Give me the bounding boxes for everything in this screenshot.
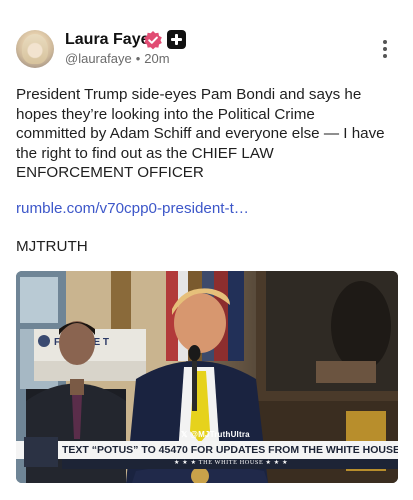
more-options-icon[interactable] xyxy=(380,40,390,60)
white-house-seal-icon xyxy=(24,437,58,467)
post-text: President Trump side-eyes Pam Bondi and … xyxy=(16,86,385,182)
video-banner-text: TEXT “POTUS” TO 45470 FOR UPDATES FROM T… xyxy=(62,444,398,456)
video-thumbnail[interactable]: FE ER HE T 𝕏 @MJTruthUltra TEXT “ xyxy=(16,271,398,483)
author-name[interactable]: Laura Faye xyxy=(65,31,149,49)
author-meta: @laurafaye • 20m xyxy=(65,51,170,66)
video-banner-subtext: ★ ★ ★ THE WHITE HOUSE ★ ★ ★ xyxy=(174,459,289,466)
post-link[interactable]: rumble.com/v70cpp0-president-t… xyxy=(16,200,249,217)
plus-badge-icon xyxy=(167,30,186,49)
post-tag: MJTRUTH xyxy=(16,238,88,255)
meta-separator: • xyxy=(135,51,141,66)
verified-badge-icon xyxy=(144,31,162,50)
video-watermark: 𝕏 @MJTruthUltra xyxy=(181,430,250,439)
avatar[interactable] xyxy=(16,30,54,68)
post-card: Laura Faye @laurafaye • 20m President Trum… xyxy=(0,0,413,500)
author-handle[interactable]: @laurafaye xyxy=(65,51,132,66)
post-time: 20m xyxy=(144,51,170,66)
